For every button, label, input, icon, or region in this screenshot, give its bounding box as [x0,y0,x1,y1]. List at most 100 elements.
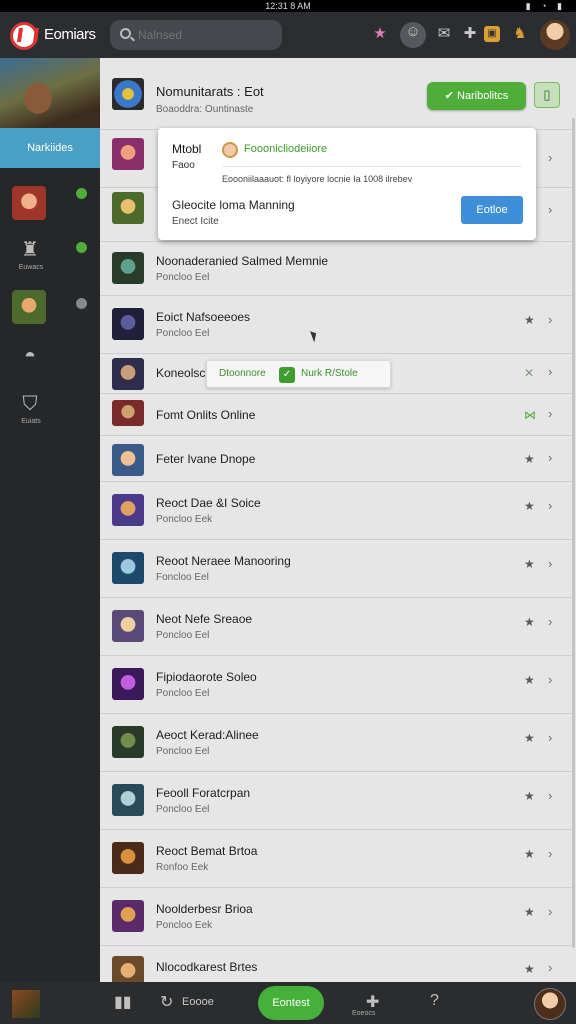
favorite-icon[interactable]: ★ [524,731,535,745]
chevron-right-icon[interactable]: › [548,556,552,571]
help-icon[interactable]: ? [430,992,439,1010]
share-icon[interactable]: ✕ [524,366,534,380]
list-item[interactable]: Reoct Dae &I Soice Poncloo Eek ★ › [100,482,572,540]
row-subtitle: Poncloo Eek [156,514,213,525]
stats-icon[interactable]: ▮▮ [114,992,132,1012]
game-thumbnail [112,358,144,390]
list-item[interactable]: Feooll Foratcrpan Poncloo Eel ★ › [100,772,572,830]
sidebar-friends-icon[interactable]: ♜ [18,238,42,262]
chevron-right-icon[interactable]: › [548,406,552,421]
user-avatar[interactable] [540,20,570,50]
sidebar-helmet-icon[interactable]: ◓ [18,344,42,368]
online-status-icon [76,242,87,253]
favorite-icon[interactable]: ★ [524,499,535,513]
popup-body-sub: Enect Icite [172,216,219,227]
favorite-icon[interactable]: ★ [524,452,535,466]
sidebar: Narkiides ♜ Euwacs ◓ ⛉ Euiats [0,58,100,982]
row-title: Koneolscr [156,366,210,380]
chevron-right-icon[interactable]: › [548,312,552,327]
list-item[interactable]: Fomt Onlits Online ⋈ › [100,394,572,436]
chevron-right-icon[interactable]: › [548,498,552,513]
favorite-icon[interactable]: ★ [524,313,535,327]
game-thumbnail [112,252,144,284]
sidebar-item-game-2[interactable] [12,290,46,324]
row-title: Reoct Bemat Brtoa [156,844,258,858]
game-thumbnail[interactable] [12,990,40,1018]
chevron-right-icon[interactable]: › [548,364,552,379]
game-thumbnail [112,308,144,340]
profile-avatar[interactable] [534,988,566,1020]
list-item[interactable]: Noonaderanied Salmed Memnie Poncloo Eel [100,242,572,296]
game-thumbnail [112,900,144,932]
list-item[interactable]: Neot Nefe Sreaoe Poncloo Eel ★ › [100,598,572,656]
bottom-nav-primary-button[interactable]: Eontest [258,986,324,1020]
chat-icon[interactable]: ✉ [434,24,454,44]
toast-notification[interactable]: Dtoonnore ✓ Nurk R/Stole [206,360,391,388]
list-item[interactable]: Reoot Neraee Manooring Foncloo Eel ★ › [100,540,572,598]
friends-icon[interactable]: ☺ [400,22,426,48]
favorite-icon[interactable]: ★ [524,847,535,861]
chevron-right-icon[interactable]: › [548,730,552,745]
scrollbar[interactable] [572,118,575,948]
game-thumbnail [112,192,144,224]
row-title: Noolderbesr Brioa [156,902,253,916]
chevron-right-icon[interactable]: › [548,788,552,803]
offline-status-icon [76,298,87,309]
list-item[interactable]: Fipiodaorote Soleo Poncloo Eel ★ › [100,656,572,714]
search-bar[interactable] [110,20,282,50]
puzzle-icon[interactable]: ✚ [460,24,480,44]
app-title: Eomiars [44,26,96,43]
list-item[interactable]: Aeoct Kerad:Alinee Poncloo Eel ★ › [100,714,572,772]
list-item[interactable]: Feter Ivane Dnope ★ › [100,436,572,482]
library-icon[interactable]: ▯ [534,82,560,108]
popup-action-button[interactable]: Eotloe [461,196,523,224]
app-logo-icon[interactable] [10,22,38,50]
bell-icon[interactable]: ♞ [510,24,530,44]
sidebar-badge-icon[interactable]: ⛉ [18,392,42,416]
online-status-icon [76,188,87,199]
play-button[interactable]: ✔ Naribolitcs [427,82,526,110]
row-subtitle: Poncloo Eel [156,804,210,815]
share-icon[interactable]: ⋈ [524,408,536,422]
bottom-nav-label[interactable]: Eoooe [182,996,214,1008]
search-input[interactable] [138,26,274,44]
list-item[interactable]: Nomunitarats : Eot Boaoddra: Ountinaste … [100,58,572,130]
row-subtitle: Poncloo Eek [156,920,213,931]
chevron-right-icon[interactable]: › [548,150,552,165]
game-thumbnail [112,784,144,816]
row-subtitle: Foncloo Eel [156,572,209,583]
chevron-right-icon[interactable]: › [548,846,552,861]
chevron-right-icon[interactable]: › [548,202,552,217]
sidebar-caption: Euiats [21,418,41,425]
notification-popup: Mtobl Faoo Fooonicliodeiiore Eoooniilaaa… [158,128,536,240]
game-banner-image[interactable] [0,58,100,128]
popup-header: Fooonicliodeiiore [244,143,328,155]
row-title: Fomt Onlits Online [156,408,256,422]
list-item[interactable]: Nlocodkarest Brtes ★ › [100,946,572,982]
star-icon[interactable]: ★ [370,24,390,44]
chevron-right-icon[interactable]: › [548,614,552,629]
row-title: Reoot Neraee Manooring [156,554,291,568]
favorite-icon[interactable]: ★ [524,673,535,687]
gift-icon[interactable]: ✚ [366,992,379,1012]
row-subtitle: Poncloo Eel [156,272,210,283]
chevron-right-icon[interactable]: › [548,672,552,687]
game-thumbnail [112,956,144,982]
sidebar-section-label[interactable]: Narkiides [0,128,100,168]
favorite-icon[interactable]: ★ [524,615,535,629]
favorite-icon[interactable]: ★ [524,557,535,571]
favorite-icon[interactable]: ★ [524,962,535,976]
chevron-right-icon[interactable]: › [548,450,552,465]
refresh-icon[interactable]: ↻ [160,992,173,1012]
inventory-icon[interactable]: ▣ [484,26,500,42]
sidebar-item-game-1[interactable] [12,186,46,220]
game-thumbnail [112,668,144,700]
favorite-icon[interactable]: ★ [524,789,535,803]
list-item[interactable]: Eoict Nafsoeeoes Poncloo Eel ★ › [100,296,572,354]
list-item[interactable]: Noolderbesr Brioa Poncloo Eek ★ › [100,888,572,946]
chevron-right-icon[interactable]: › [548,904,552,919]
list-item[interactable]: Reoct Bemat Brtoa Ronfoo Eek ★ › [100,830,572,888]
chevron-right-icon[interactable]: › [548,960,552,975]
favorite-icon[interactable]: ★ [524,905,535,919]
download-icon: ✓ [279,367,295,383]
